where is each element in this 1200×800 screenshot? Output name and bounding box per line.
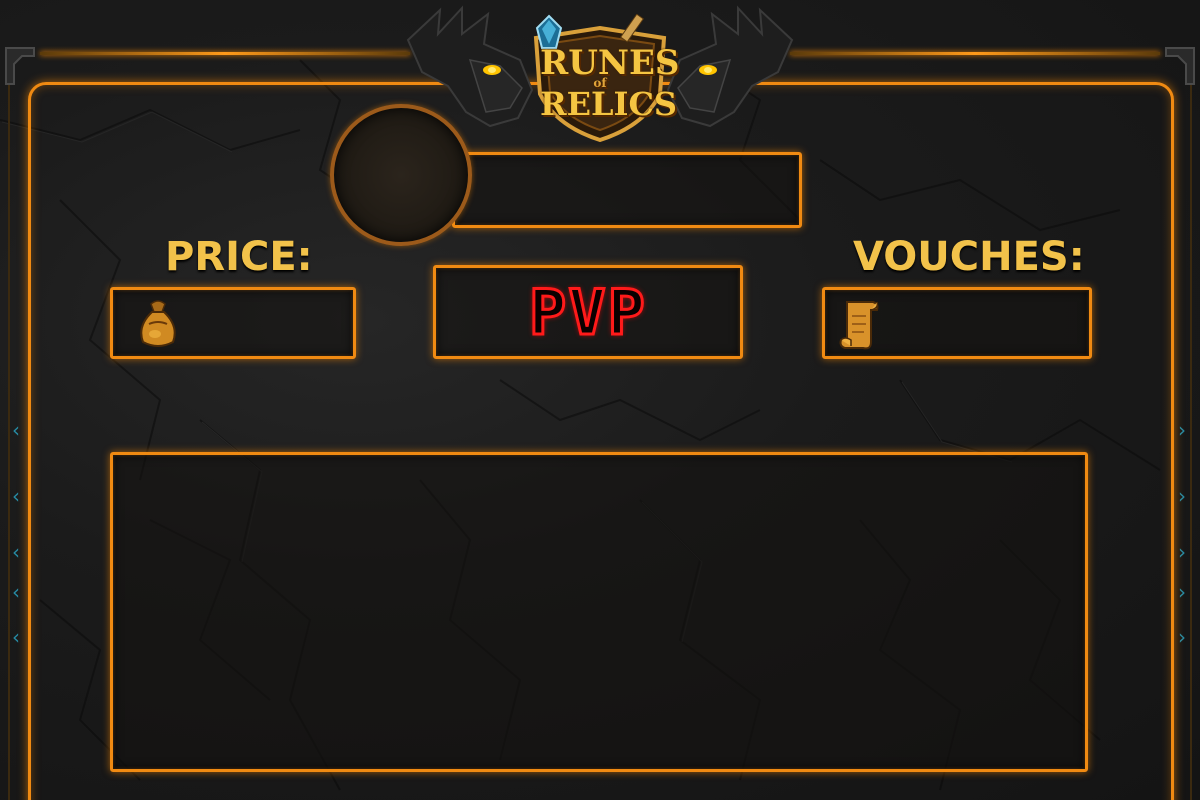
- price-field[interactable]: [110, 287, 356, 359]
- rune-glow-icon-right-1: ›: [1178, 418, 1186, 442]
- rune-glow-icon-left-4: ‹: [12, 580, 20, 604]
- logo-title-relics: RELICS: [540, 85, 678, 123]
- rune-glow-icon-left-2: ‹: [12, 484, 20, 508]
- frame-top-line-right: [790, 52, 1160, 55]
- price-label: PRICE:: [165, 234, 313, 280]
- vouches-label: VOUCHES:: [853, 234, 1085, 280]
- rune-glow-icon-right-2: ›: [1178, 484, 1186, 508]
- listing-card: ‹ ‹ ‹ ‹ ‹ › › › › › RUNES of RELICS PRIC…: [0, 0, 1200, 800]
- rune-glow-icon-right-5: ›: [1178, 625, 1186, 649]
- rune-glow-icon-right-4: ›: [1178, 580, 1186, 604]
- vouches-field[interactable]: [822, 287, 1092, 359]
- rune-glow-icon-left-1: ‹: [12, 418, 20, 442]
- mode-pvp-text: PVP: [528, 274, 647, 350]
- game-logo: RUNES of RELICS: [400, 0, 800, 142]
- dragon-head-right-icon: [666, 5, 794, 128]
- frame-top-line-left: [40, 52, 410, 55]
- corner-ornament-left: [5, 47, 35, 85]
- gold-pouch-icon: [140, 300, 176, 347]
- corner-ornament-right: [1165, 47, 1195, 85]
- logo-title-runes: RUNES: [540, 43, 680, 83]
- rune-glow-icon-right-3: ›: [1178, 540, 1186, 564]
- frame-left-edge: [8, 60, 10, 800]
- rune-glow-icon-left-5: ‹: [12, 625, 20, 649]
- name-field[interactable]: [452, 152, 802, 228]
- frame-right-edge: [1190, 60, 1192, 800]
- scroll-icon: [839, 301, 879, 350]
- description-area[interactable]: [110, 452, 1088, 772]
- avatar[interactable]: [330, 104, 472, 246]
- rune-glow-icon-left-3: ‹: [12, 540, 20, 564]
